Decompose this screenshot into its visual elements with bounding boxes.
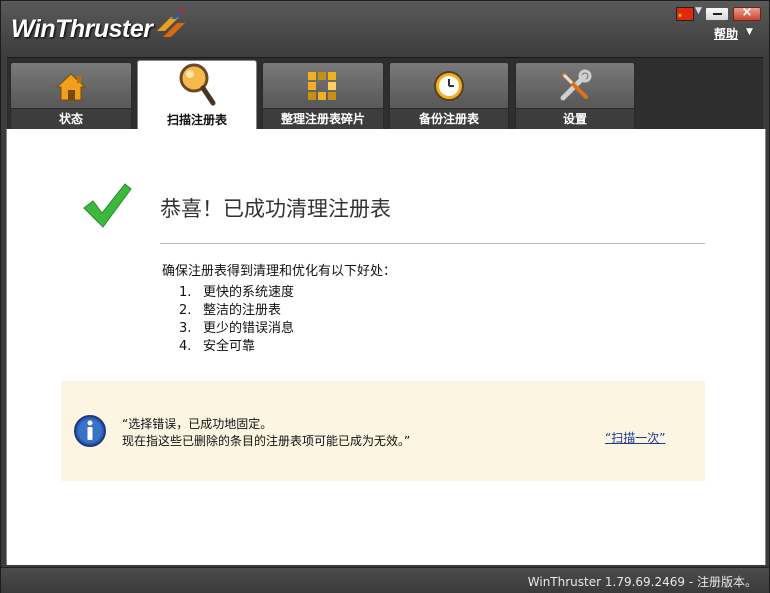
tab-status[interactable]: 状态: [10, 62, 132, 130]
help-menu[interactable]: 帮助: [714, 25, 738, 42]
tab-backup-registry[interactable]: 备份注册表: [389, 62, 509, 130]
close-button[interactable]: ×: [733, 5, 761, 21]
tab-bar: 状态 扫描注册表 整理注册表碎片 备份注册表 设置: [7, 57, 763, 131]
tab-scan-registry-label: 扫描注册表: [138, 110, 256, 131]
tab-defrag-registry-label: 整理注册表碎片: [263, 108, 383, 130]
tab-settings[interactable]: 设置: [515, 62, 635, 130]
minimize-button[interactable]: [705, 7, 729, 21]
wrench-screwdriver-icon: [560, 69, 592, 101]
success-checkmark-icon: [83, 183, 132, 228]
language-flag-icon[interactable]: [676, 7, 694, 21]
list-item: 2. 整洁的注册表: [179, 303, 282, 318]
app-window: WinThruster ▼ × 帮助 ▼ 状态 扫描注册表 整理注册表碎片 备份…: [0, 0, 770, 593]
scan-results-panel: 恭喜！已成功清理注册表 确保注册表得到清理和优化有以下好处： 1. 更快的系统速度…: [6, 129, 766, 565]
info-message-line1: “选择错误，已成功地固定。: [122, 417, 273, 431]
status-bar: WinThruster 1.79.69.2469 - 注册版本。: [1, 567, 769, 593]
benefits-intro: 确保注册表得到清理和优化有以下好处：: [162, 264, 397, 279]
tab-defrag-registry[interactable]: 整理注册表碎片: [262, 62, 384, 130]
title-divider: [160, 243, 705, 244]
app-logo: WinThruster: [11, 15, 153, 43]
list-item: 3. 更少的错误消息: [179, 321, 295, 336]
clock-backup-icon: [434, 71, 464, 101]
version-text: WinThruster 1.79.69.2469 - 注册版本。: [527, 575, 757, 589]
defrag-blocks-icon: [308, 72, 336, 100]
list-item: 1. 更快的系统速度: [179, 285, 295, 300]
benefits-list: 1. 更快的系统速度 2. 整洁的注册表 3. 更少的错误消息 4. 安全可靠: [179, 284, 294, 356]
tab-backup-registry-label: 备份注册表: [390, 108, 508, 130]
list-item: 4. 安全可靠: [179, 339, 256, 354]
tab-status-label: 状态: [11, 108, 131, 130]
close-icon: ×: [741, 5, 753, 20]
logo-mark-icon: [157, 9, 186, 37]
home-icon: [55, 73, 87, 101]
info-message-line2: 现在指这些已删除的条目的注册表项可能已成为无效。”: [122, 434, 411, 448]
rescan-link[interactable]: “扫描一次”: [605, 429, 665, 446]
magnifier-icon: [179, 63, 216, 106]
tab-scan-registry[interactable]: 扫描注册表: [137, 60, 257, 131]
language-dropdown-icon[interactable]: ▼: [695, 6, 702, 16]
help-dropdown-icon[interactable]: ▼: [746, 27, 753, 37]
tab-settings-label: 设置: [516, 108, 634, 130]
page-title: 恭喜！已成功清理注册表: [160, 197, 391, 221]
info-notice: “选择错误，已成功地固定。 现在指这些已删除的条目的注册表项可能已成为无效。” …: [61, 381, 705, 481]
info-icon: [74, 415, 106, 447]
